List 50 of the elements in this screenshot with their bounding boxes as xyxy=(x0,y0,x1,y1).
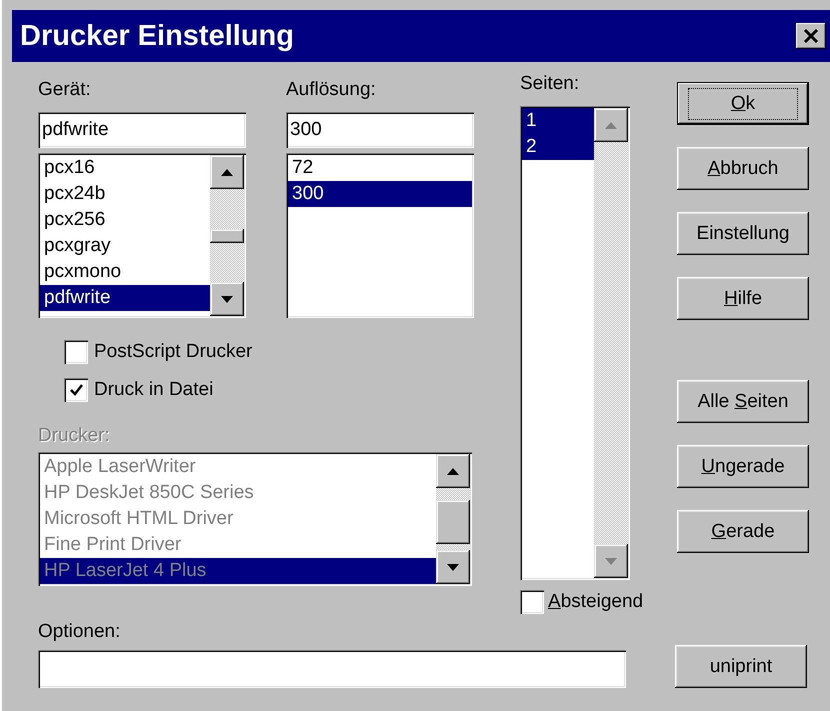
scroll-down-button[interactable] xyxy=(594,544,628,578)
list-item[interactable]: 300 xyxy=(288,181,472,207)
checkbox-label: PostScript Drucker xyxy=(94,341,252,363)
scroll-up-button[interactable] xyxy=(436,454,470,488)
close-button[interactable] xyxy=(796,23,826,49)
checkbox[interactable] xyxy=(520,590,544,614)
list-item[interactable]: pcxgray xyxy=(40,233,210,259)
list-item[interactable]: 1 xyxy=(522,108,594,134)
checkbox-label: Druck in Datei xyxy=(94,379,214,401)
up-arrow-icon xyxy=(221,168,233,176)
options-field[interactable] xyxy=(38,650,626,688)
scroll-up-button[interactable] xyxy=(594,108,628,142)
printer-label: Drucker: xyxy=(38,424,111,448)
resolution-field[interactable]: 300 xyxy=(286,112,474,148)
scroll-down-button[interactable] xyxy=(436,550,470,584)
scroll-thumb[interactable] xyxy=(436,500,470,544)
list-item[interactable]: 2 xyxy=(522,134,594,160)
dialog-button[interactable]: Ungerade xyxy=(677,445,809,488)
list-item[interactable]: pcxmono xyxy=(40,259,210,285)
close-icon xyxy=(803,29,819,43)
dialog-button[interactable]: Einstellung xyxy=(677,212,809,255)
resolution-label: Auflösung: xyxy=(286,78,377,102)
checkbox-label: Absteigend xyxy=(548,591,644,613)
checkbox[interactable] xyxy=(64,378,88,402)
scroll-down-button[interactable] xyxy=(210,282,244,316)
dialog-button[interactable]: Ok xyxy=(677,82,809,125)
down-arrow-icon xyxy=(447,564,459,570)
device-field[interactable]: pdfwrite xyxy=(38,112,246,148)
options-label: Optionen: xyxy=(38,620,122,644)
dialog-button[interactable]: Alle Seiten xyxy=(677,380,809,423)
list-item[interactable]: pcx256 xyxy=(40,207,210,233)
up-arrow-icon xyxy=(447,468,459,474)
window-title: Drucker Einstellung xyxy=(20,20,294,52)
list-item[interactable]: pdfwrite xyxy=(40,285,210,311)
list-item[interactable]: pcx24b xyxy=(40,181,210,207)
scroll-up-button[interactable] xyxy=(210,155,244,189)
dialog-button[interactable]: Abbruch xyxy=(677,147,809,190)
pages-label: Seiten: xyxy=(520,72,580,96)
list-item[interactable]: pcx16 xyxy=(40,155,210,181)
checkmark-icon xyxy=(70,384,82,396)
checkbox[interactable] xyxy=(64,340,88,364)
device-label: Gerät: xyxy=(38,78,92,102)
down-arrow-icon xyxy=(221,296,233,302)
down-arrow-icon xyxy=(605,558,617,564)
scroll-thumb[interactable] xyxy=(210,229,244,243)
list-item[interactable]: 72 xyxy=(288,155,472,181)
up-arrow-icon xyxy=(605,122,617,128)
dialog-button[interactable]: Gerade xyxy=(677,510,809,553)
uniprint-button[interactable]: uniprint xyxy=(675,645,807,688)
dialog-button[interactable]: Hilfe xyxy=(677,277,809,320)
